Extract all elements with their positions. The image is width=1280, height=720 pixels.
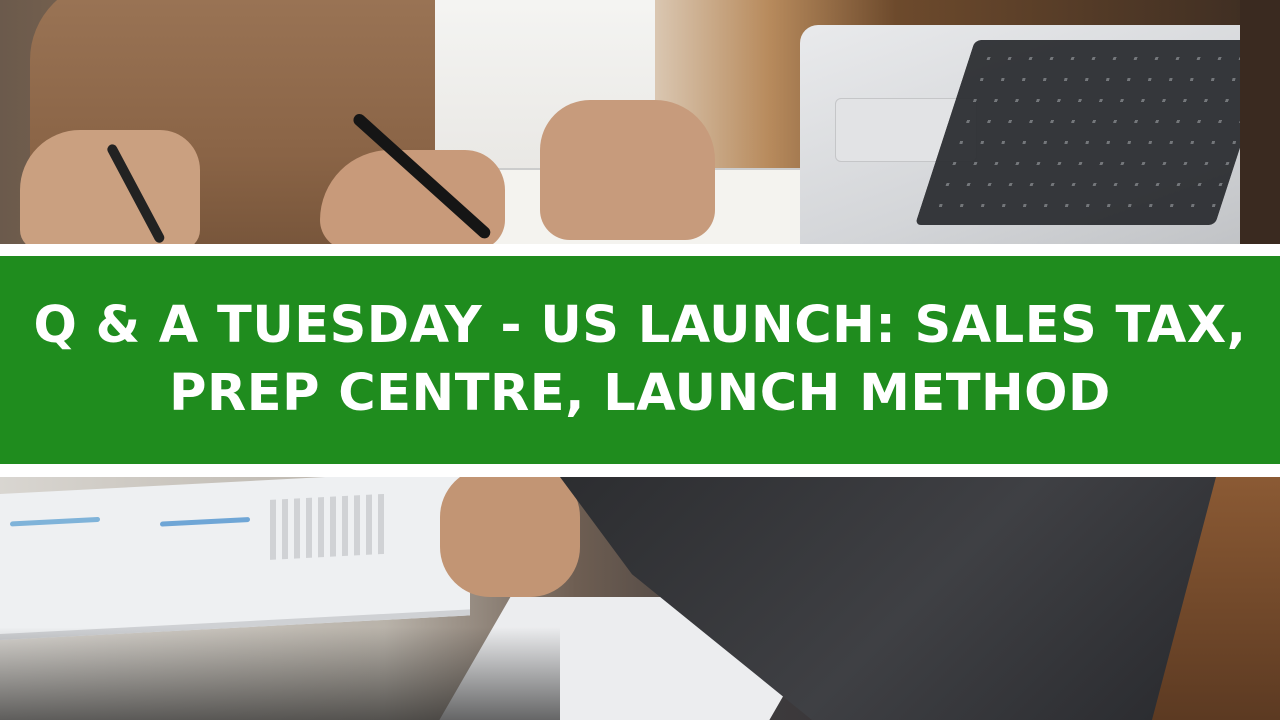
chart-bars-graphic [270, 493, 390, 560]
keyboard-graphic [914, 40, 1276, 225]
title-banner: Q & A TUESDAY - US LAUNCH: SALES TAX, PR… [0, 256, 1280, 464]
top-separator [0, 244, 1280, 256]
bottom-separator [0, 464, 1280, 477]
title-line-1: Q & A TUESDAY - US LAUNCH: SALES TAX, [33, 296, 1247, 355]
title-line-2: PREP CENTRE, LAUNCH METHOD [169, 364, 1111, 423]
chart-line-graphic [10, 516, 100, 527]
clipboard-paper-graphic [0, 477, 470, 641]
bottom-photo [0, 477, 1280, 720]
background-edge [1240, 0, 1280, 244]
chart-line-graphic-2 [160, 516, 250, 527]
right-hand-graphic [540, 100, 715, 240]
shadow-graphic [0, 627, 560, 720]
top-photo [0, 0, 1280, 244]
hand-graphic [440, 477, 580, 597]
